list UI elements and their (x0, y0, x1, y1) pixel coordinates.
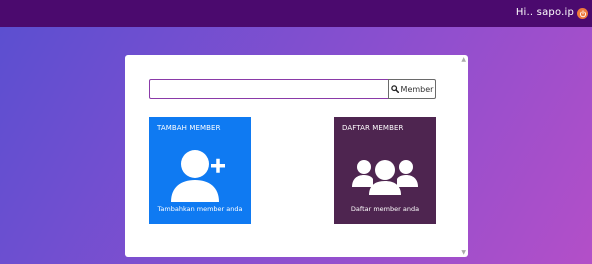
add-member-title: TAMBAH MEMBER (157, 124, 221, 132)
member-list-title: DAFTAR MEMBER (342, 124, 404, 132)
search-icon (390, 85, 399, 93)
add-user-icon (171, 150, 225, 202)
member-search-input[interactable] (149, 79, 389, 99)
member-panel: ▲ ▼ Member TAMBAH MEMBER Tambahkan membe… (125, 55, 468, 257)
users-group-icon (352, 160, 418, 195)
power-icon[interactable] (577, 8, 588, 19)
top-bar: Hi.. sapo.ip (0, 0, 592, 27)
scroll-down-arrow-icon[interactable]: ▼ (461, 249, 466, 256)
member-list-caption: Daftar member anda (350, 205, 420, 213)
user-greeting: Hi.. sapo.ip (515, 7, 574, 18)
add-member-card[interactable]: TAMBAH MEMBER Tambahkan member anda (149, 117, 251, 224)
member-search-button-label: Member (400, 84, 434, 94)
add-member-caption: Tambahkan member anda (157, 205, 243, 213)
scroll-up-arrow-icon[interactable]: ▲ (461, 56, 466, 63)
member-search-button[interactable]: Member (388, 79, 436, 99)
member-list-card[interactable]: DAFTAR MEMBER Daftar member anda (334, 117, 436, 224)
